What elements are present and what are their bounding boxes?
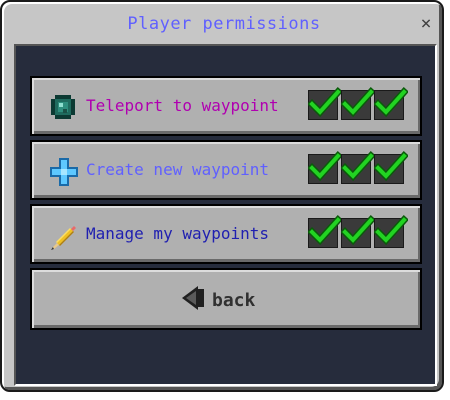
- pencil-icon: [49, 221, 77, 250]
- permission-row-create[interactable]: Create new waypoint: [30, 140, 422, 200]
- checkbox-2[interactable]: [341, 215, 375, 248]
- checkbox-2[interactable]: [341, 151, 375, 184]
- left-arrow-icon: [182, 285, 206, 315]
- permission-checks: [308, 215, 408, 250]
- checkbox-1[interactable]: [308, 215, 342, 248]
- permission-checks: [308, 151, 408, 186]
- permission-label: Manage my waypoints: [86, 224, 270, 243]
- plus-icon: [49, 157, 78, 186]
- check-icon: [308, 87, 342, 118]
- permission-label: Create new waypoint: [86, 160, 270, 179]
- checkbox-1[interactable]: [308, 87, 342, 120]
- check-icon: [374, 151, 408, 182]
- check-icon: [341, 87, 375, 118]
- check-icon: [341, 215, 375, 246]
- checkbox-3[interactable]: [374, 215, 408, 248]
- window-title: Player permissions: [127, 14, 321, 34]
- ender-pearl-icon: [49, 93, 77, 121]
- permission-row-teleport[interactable]: Teleport to waypoint: [30, 76, 422, 136]
- back-button[interactable]: back: [30, 268, 422, 330]
- permissions-window: Player permissions × Teleport to waypoin…: [0, 0, 444, 392]
- checkbox-1[interactable]: [308, 151, 342, 184]
- check-icon: [308, 215, 342, 246]
- check-icon: [374, 87, 408, 118]
- check-icon: [308, 151, 342, 182]
- checkbox-3[interactable]: [374, 151, 408, 184]
- close-icon[interactable]: ×: [416, 14, 436, 34]
- checkbox-2[interactable]: [341, 87, 375, 120]
- permission-label: Teleport to waypoint: [86, 96, 279, 115]
- permission-checks: [308, 87, 408, 122]
- permission-row-manage[interactable]: Manage my waypoints: [30, 204, 422, 264]
- check-icon: [374, 215, 408, 246]
- back-label: back: [212, 289, 256, 311]
- check-icon: [341, 151, 375, 182]
- checkbox-3[interactable]: [374, 87, 408, 120]
